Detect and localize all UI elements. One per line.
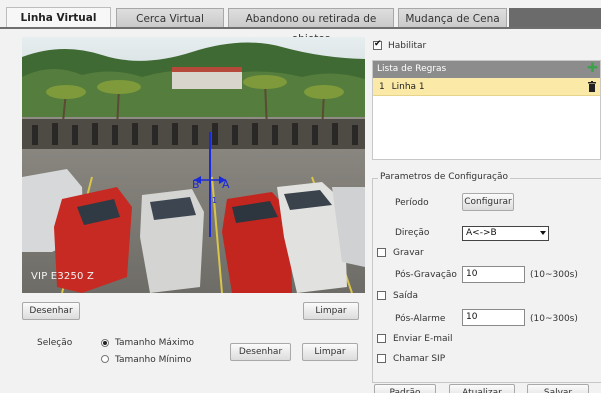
tab-underline [0,27,601,29]
camera-scene: B A 1 [22,37,365,293]
rule-index: 1 [379,82,385,92]
record-label: Gravar [393,248,424,258]
rules-list-title: Lista de Regras [377,64,447,74]
save-button[interactable]: Salvar [527,384,589,393]
selection-label: Seleção [37,338,73,348]
radio-max-size-label: Tamanho Máximo [115,338,194,348]
post-alarm-input[interactable]: 10 [462,309,525,326]
post-alarm-range: (10~300s) [530,314,578,324]
rule-row[interactable]: 1 Linha 1 [373,78,600,96]
direction-select[interactable]: A<->B [462,226,549,241]
line-label-a: A [222,178,230,191]
email-checkbox[interactable] [377,334,386,343]
enable-checkbox[interactable] [373,39,382,50]
rule-name: Linha 1 [391,82,425,92]
post-record-range: (10~300s) [530,270,578,280]
tab-mudanca-de-cena[interactable]: Mudança de Cena [398,8,507,28]
chevron-down-icon [540,231,546,235]
output-label: Saída [393,291,418,301]
email-label: Enviar E-mail [393,334,453,344]
radio-max-size[interactable] [101,339,109,347]
selection-clear-button[interactable]: Limpar [302,343,358,361]
line-label-b: B [192,178,200,191]
configure-button[interactable]: Configurar [462,193,514,211]
line-number: 1 [212,196,217,205]
radio-min-size[interactable] [101,355,109,363]
config-legend: Parametros de Configuração [378,172,511,182]
period-label: Período [395,198,429,208]
delete-rule-icon[interactable] [588,81,596,92]
refresh-button[interactable]: Atualizar [449,384,515,393]
tab-cerca-virtual[interactable]: Cerca Virtual [116,8,224,28]
selection-draw-button[interactable]: Desenhar [230,343,291,361]
direction-label: Direção [395,228,430,238]
post-record-input[interactable]: 10 [462,266,525,283]
post-record-label: Pós-Gravação [395,270,457,280]
tab-bar: Linha Virtual Cerca Virtual Abandono ou … [0,0,601,45]
post-alarm-label: Pós-Alarme [395,314,446,324]
direction-value: A<->B [466,228,497,238]
clear-button[interactable]: Limpar [303,302,359,320]
tab-bar-filler [509,8,601,28]
enable-label: Habilitar [388,41,427,51]
camera-model-label: VIP E3250 Z [31,271,94,282]
tab-abandono[interactable]: Abandono ou retirada de objetos [228,8,394,45]
record-checkbox[interactable] [377,248,386,257]
draw-button[interactable]: Desenhar [22,302,80,320]
rules-list-header: Lista de Regras ✚ [373,61,600,78]
rules-list: Lista de Regras ✚ 1 Linha 1 [372,60,601,160]
video-preview[interactable]: B A 1 VIP E3250 Z [22,37,365,293]
sip-label: Chamar SIP [393,354,446,364]
radio-min-size-label: Tamanho Mínimo [115,355,192,365]
output-checkbox[interactable] [377,291,386,300]
tab-linha-virtual[interactable]: Linha Virtual [6,7,111,28]
add-rule-icon[interactable]: ✚ [587,61,598,77]
default-button[interactable]: Padrão [374,384,436,393]
sip-checkbox[interactable] [377,354,386,363]
